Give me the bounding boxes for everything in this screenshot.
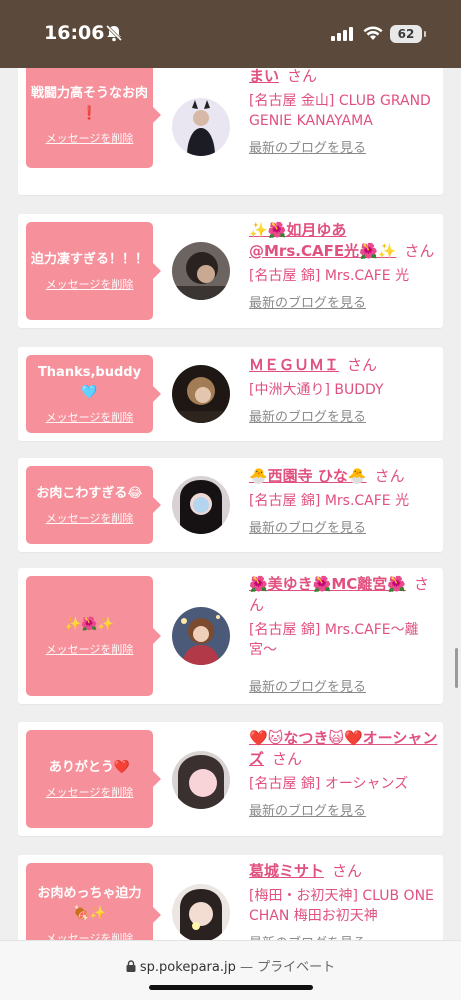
profile-info: 🌺美ゆき🌺MC離宮🌺 さん [名古屋 錦] Mrs.CAFE〜離宮〜 最新のブログ… [249, 574, 439, 695]
private-label: — プライベート [235, 960, 336, 975]
message-bubble: ✨🌺✨ メッセージを削除 [26, 576, 161, 696]
message-card: お肉こわすぎる😂 メッセージを削除 🐣西園寺 ひな🐣 さん [名古屋 錦] Mrs… [18, 458, 443, 552]
profile-info: ✨🌺如月ゆあ @Mrs.CAFE光🌺✨ さん [名古屋 錦] Mrs.CAFE 光… [249, 220, 439, 311]
home-indicator[interactable] [149, 985, 313, 990]
scrollbar[interactable] [455, 648, 458, 688]
message-card: お肉めっちゃ迫力🍖✨ メッセージを削除 葛城ミサト さん [梅田・お初天神] CL… [18, 855, 443, 940]
message-bubble: お肉めっちゃ迫力🍖✨ メッセージを削除 [26, 863, 161, 940]
latest-blog-link[interactable]: 最新のブログを見る [249, 932, 439, 940]
avatar[interactable] [172, 884, 230, 940]
battery-indicator: 62 [390, 25, 426, 43]
message-card: Thanks,buddy🩵 メッセージを削除 ＭＥＧＵＭＩ さん [中洲大通り] … [18, 347, 443, 441]
message-bubble: 戦闘力高そうなお肉❗ メッセージを削除 [26, 68, 161, 168]
latest-blog-link[interactable]: 最新のブログを見る [249, 676, 439, 695]
honorific: さん [332, 862, 363, 880]
message-card: ✨🌺✨ メッセージを削除 🌺美ゆき🌺MC離宮🌺 さん [名古屋 錦] Mrs.CA… [18, 568, 443, 704]
cast-name-link[interactable]: まい [249, 68, 279, 85]
latest-blog-link[interactable]: 最新のブログを見る [249, 517, 439, 536]
bell-slash-icon [105, 24, 123, 46]
lock-icon [126, 960, 136, 976]
status-time: 16:06 [44, 22, 105, 44]
shop-name: [名古屋 錦] Mrs.CAFE 光 [249, 268, 410, 284]
shop-name: [名古屋 錦] オーシャンズ [249, 776, 409, 792]
delete-message-link[interactable]: メッセージを削除 [46, 130, 134, 146]
avatar[interactable] [172, 242, 230, 300]
profile-info: 🐣西園寺 ひな🐣 さん [名古屋 錦] Mrs.CAFE 光 最新のブログを見る [249, 466, 439, 536]
message-text: お肉めっちゃ迫力🍖✨ [37, 886, 142, 921]
profile-info: ＭＥＧＵＭＩ さん [中洲大通り] BUDDY 最新のブログを見る [249, 355, 439, 425]
honorific: さん [404, 242, 435, 260]
honorific: さん [347, 356, 378, 374]
cast-name-link[interactable]: ✨🌺如月ゆあ @Mrs.CAFE光🌺✨ [249, 221, 396, 260]
cast-name-link[interactable]: ＭＥＧＵＭＩ [249, 356, 339, 374]
avatar[interactable] [172, 751, 230, 809]
delete-message-link[interactable]: メッセージを削除 [46, 930, 134, 940]
cast-name-link[interactable]: 🐣西園寺 ひな🐣 [249, 467, 367, 485]
delete-message-link[interactable]: メッセージを削除 [46, 784, 134, 800]
message-card: ありがとう❤️ メッセージを削除 ❤️🐱なつき🙀❤️オーシャンズ さん [名古屋 … [18, 722, 443, 836]
honorific: さん [272, 750, 303, 768]
status-bar: 16:06 62 [0, 0, 461, 68]
shop-name: [梅田・お初天神] CLUB ONE CHAN 梅田お初天神 [249, 888, 434, 924]
message-text: お肉こわすぎる😂 [36, 486, 143, 501]
latest-blog-link[interactable]: 最新のブログを見る [249, 406, 439, 425]
message-bubble: ありがとう❤️ メッセージを削除 [26, 730, 161, 828]
avatar[interactable] [172, 476, 230, 534]
message-feed[interactable]: 戦闘力高そうなお肉❗ メッセージを削除 まい さん [名古屋 金山] CLUB G… [0, 68, 461, 940]
message-bubble: お肉こわすぎる😂 メッセージを削除 [26, 466, 161, 544]
url-domain: sp.pokepara.jp [139, 960, 236, 975]
honorific: さん [374, 467, 405, 485]
shop-name: [名古屋 錦] Mrs.CAFE 光 [249, 493, 410, 509]
avatar[interactable] [172, 607, 230, 665]
latest-blog-link[interactable]: 最新のブログを見る [249, 137, 439, 156]
shop-name: [中洲大通り] BUDDY [249, 382, 384, 398]
profile-info: ❤️🐱なつき🙀❤️オーシャンズ さん [名古屋 錦] オーシャンズ 最新のブログを… [249, 728, 439, 819]
profile-info: 葛城ミサトさん [梅田・お初天神] CLUB ONE CHAN 梅田お初天神 最… [249, 861, 439, 940]
delete-message-link[interactable]: メッセージを削除 [46, 409, 134, 425]
profile-info: まい さん [名古屋 金山] CLUB GRAND GENIE KANAYAMA … [249, 68, 439, 156]
wifi-icon [363, 26, 383, 45]
shop-name: [名古屋 錦] Mrs.CAFE〜離宮〜 [249, 622, 419, 658]
shop-name: [名古屋 金山] CLUB GRAND GENIE KANAYAMA [249, 93, 431, 129]
honorific: さん [287, 68, 318, 85]
address-bar[interactable]: sp.pokepara.jp — プライベート [0, 940, 461, 1000]
message-text: 戦闘力高そうなお肉❗ [30, 86, 148, 121]
delete-message-link[interactable]: メッセージを削除 [46, 641, 134, 657]
cast-name-link[interactable]: 葛城ミサト [249, 862, 324, 880]
message-text: Thanks,buddy🩵 [37, 365, 142, 400]
cast-name-link[interactable]: 🌺美ゆき🌺MC離宮🌺 [249, 575, 406, 593]
cellular-signal-icon [331, 26, 353, 45]
delete-message-link[interactable]: メッセージを削除 [46, 276, 134, 292]
latest-blog-link[interactable]: 最新のブログを見る [249, 292, 439, 311]
avatar[interactable] [172, 98, 230, 156]
latest-blog-link[interactable]: 最新のブログを見る [249, 800, 439, 819]
message-card: 迫力凄すぎる！！！ メッセージを削除 ✨🌺如月ゆあ @Mrs.CAFE光🌺✨ さん… [18, 214, 443, 328]
message-text: ありがとう❤️ [48, 760, 131, 775]
avatar[interactable] [172, 365, 230, 423]
message-text: ✨🌺✨ [65, 617, 114, 632]
message-card: 戦闘力高そうなお肉❗ メッセージを削除 まい さん [名古屋 金山] CLUB G… [18, 68, 443, 195]
delete-message-link[interactable]: メッセージを削除 [46, 510, 134, 526]
message-bubble: Thanks,buddy🩵 メッセージを削除 [26, 355, 161, 433]
message-text: 迫力凄すぎる！！！ [30, 252, 148, 267]
message-bubble: 迫力凄すぎる！！！ メッセージを削除 [26, 222, 161, 320]
